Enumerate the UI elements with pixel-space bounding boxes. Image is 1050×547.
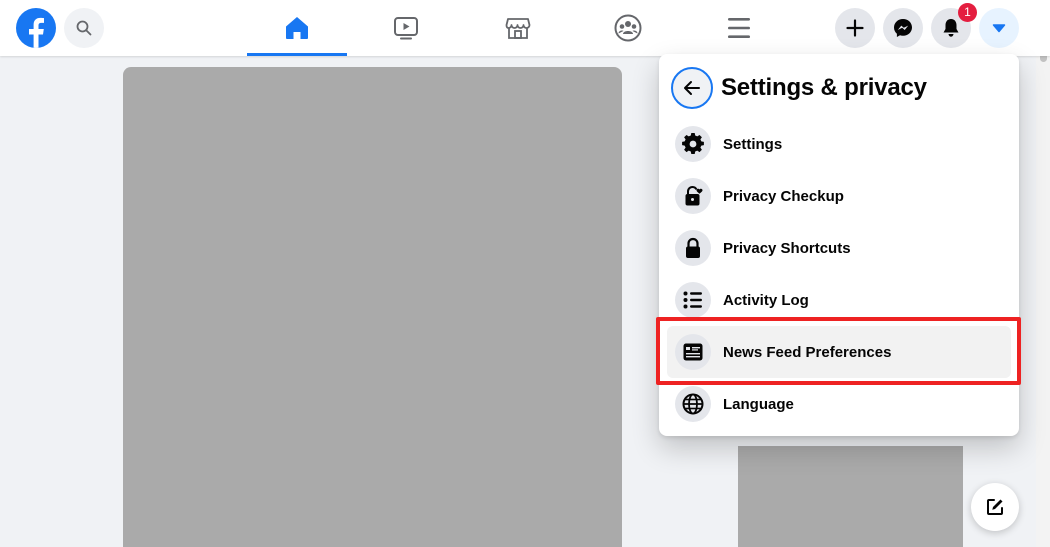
menu-item-label: Language [723, 395, 794, 413]
menu-item-label: News Feed Preferences [723, 343, 892, 361]
search-button[interactable] [64, 8, 104, 48]
marketplace-icon [505, 18, 531, 39]
menu-list: Settings Privacy Checkup Privacy Shortcu… [667, 118, 1011, 430]
settings-privacy-menu: Settings & privacy Settings Privacy Chec… [659, 54, 1019, 436]
tab-watch[interactable] [356, 0, 456, 56]
page-scrollbar[interactable] [1036, 28, 1050, 547]
account-button[interactable] [979, 8, 1019, 48]
messenger-button[interactable] [883, 8, 923, 48]
menu-item-icon-wrap [675, 386, 711, 422]
menu-item-news-feed-preferences[interactable]: News Feed Preferences [667, 326, 1011, 378]
create-button[interactable] [835, 8, 875, 48]
contacts-placeholder [738, 446, 963, 547]
menu-item-label: Activity Log [723, 291, 809, 309]
menu-item-icon-wrap [675, 178, 711, 214]
top-navigation-bar: 1 [0, 0, 1050, 56]
menu-item-activity-log[interactable]: Activity Log [667, 274, 1011, 326]
arrow-left-icon [684, 81, 700, 95]
compose-icon [987, 499, 1003, 515]
tab-marketplace[interactable] [468, 0, 568, 56]
caret-down-icon [992, 24, 1006, 33]
menu-item-icon-wrap [675, 126, 711, 162]
menu-icon [728, 18, 750, 38]
back-button[interactable] [671, 67, 713, 109]
menu-item-icon-wrap [675, 230, 711, 266]
menu-item-icon-wrap [675, 282, 711, 318]
menu-item-language[interactable]: Language [667, 378, 1011, 430]
watch-icon [394, 17, 418, 40]
facebook-logo-icon[interactable] [16, 8, 56, 48]
feed-post-placeholder [123, 67, 622, 547]
home-icon [286, 17, 308, 39]
menu-item-icon-wrap [675, 334, 711, 370]
lock-heart-icon [685, 185, 703, 206]
tab-home[interactable] [247, 0, 347, 56]
search-icon [76, 20, 92, 36]
lock-icon [686, 237, 700, 258]
notifications-badge: 1 [958, 3, 977, 22]
tab-menu[interactable] [689, 0, 789, 56]
globe-icon [682, 393, 704, 415]
gear-icon [682, 133, 704, 154]
list-icon [683, 291, 702, 309]
menu-item-privacy-checkup[interactable]: Privacy Checkup [667, 170, 1011, 222]
new-message-button[interactable] [971, 483, 1019, 531]
menu-item-privacy-shortcuts[interactable]: Privacy Shortcuts [667, 222, 1011, 274]
menu-item-label: Privacy Checkup [723, 187, 844, 205]
plus-icon [846, 19, 864, 37]
messenger-icon [894, 19, 912, 37]
menu-title: Settings & privacy [721, 74, 927, 101]
news-feed-icon [683, 343, 703, 361]
menu-item-settings[interactable]: Settings [667, 118, 1011, 170]
menu-item-label: Privacy Shortcuts [723, 239, 851, 257]
tab-groups[interactable] [578, 0, 678, 56]
menu-header: Settings & privacy [671, 66, 927, 110]
groups-icon [614, 14, 642, 42]
bell-icon [943, 19, 959, 37]
notifications-button[interactable]: 1 [931, 3, 977, 48]
menu-item-label: Settings [723, 135, 783, 153]
